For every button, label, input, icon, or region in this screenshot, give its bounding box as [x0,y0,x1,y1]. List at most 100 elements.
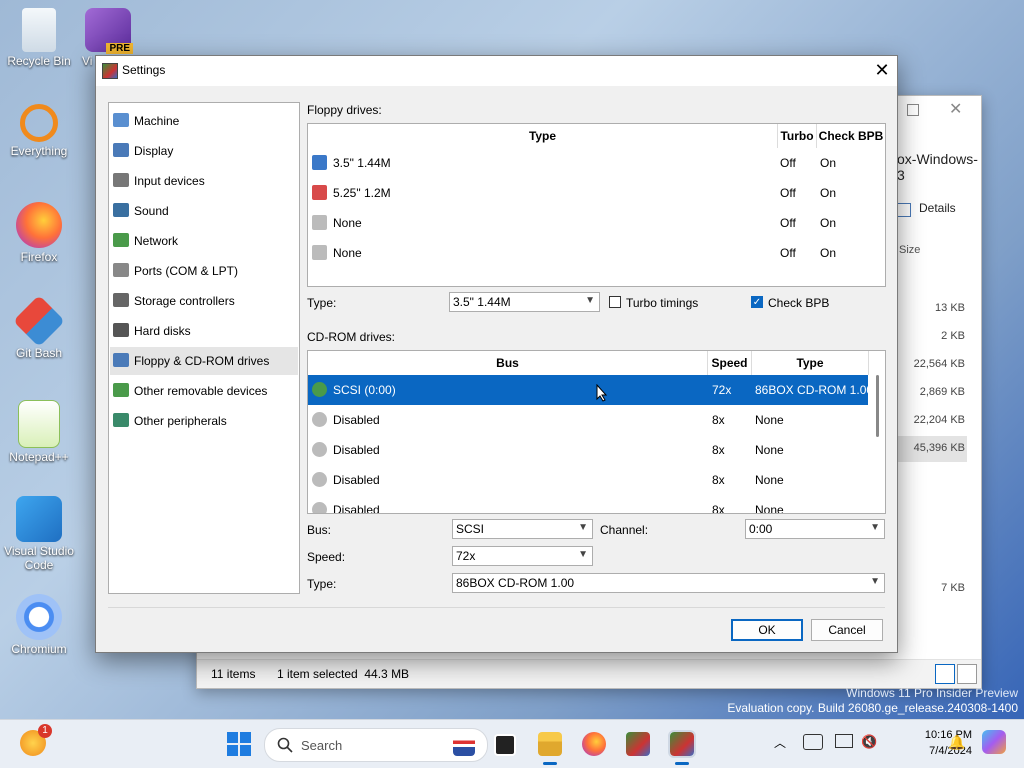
file-explorer-taskbar-icon[interactable] [538,732,562,756]
close-icon[interactable]: ✕ [949,99,962,119]
86box-manager-taskbar-icon[interactable] [626,732,650,756]
cdrom-list-scrollbar[interactable] [870,375,885,513]
desktop-icon-label: Notepad++ [9,450,69,464]
floppy-checkbpb-header[interactable]: Check BPB [817,124,885,148]
floppy-type-header[interactable]: Type [308,124,778,148]
channel-value: 0:00 [749,522,773,536]
file-size: 22,564 KB [913,358,965,370]
floppy-drive-row[interactable]: 3.5" 1.44M Off On [308,148,885,178]
copilot-pre-icon[interactable] [982,730,1006,754]
vscode-icon [16,496,62,542]
floppy-type-label: Type: [307,296,337,310]
sidebar-item-input-devices[interactable]: Input devices [110,167,298,195]
cdrom-type-select[interactable]: 86BOX CD-ROM 1.00 ▼ [452,573,885,593]
sidebar-item-label: Network [134,234,179,248]
desktop-icon-vscode[interactable]: Visual Studio Code [1,496,77,572]
cdrom-bus-header[interactable]: Bus [308,351,708,375]
sidebar-item-label: Sound [134,204,169,218]
check-bpb-label[interactable]: Check BPB [768,296,829,310]
floppy-drive-row[interactable]: None Off On [308,208,885,238]
chevron-down-icon: ▼ [578,522,588,533]
floppy-type-cell: None [333,246,362,260]
title-bar: Settings ✕ [96,56,897,86]
floppy-type-select[interactable]: 3.5" 1.44M ▼ [449,292,600,312]
floppy-checkbpb-cell: On [820,156,837,170]
floppy-turbo-header[interactable]: Turbo [778,124,817,148]
taskbar: 1 Search ︿ 🔇 10:16 PM 7/4/2024 🔔 [0,719,1024,768]
evaluation-watermark: Windows 11 Pro Insider Preview Evaluatio… [727,686,1018,716]
tiles-view-icon[interactable] [957,664,977,684]
turbo-timings-checkbox[interactable] [609,296,621,308]
desktop-icon-firefox[interactable]: Firefox [1,202,77,264]
item-count: 11 items [211,667,256,681]
sidebar-item-hard-disks[interactable]: Hard disks [110,317,298,345]
cdrom-drives-list[interactable]: Bus Speed Type SCSI (0:00) 72x 86BOX CD-RO… [307,350,886,514]
cdrom-active-icon [312,382,327,397]
sidebar-item-other-removable-devices[interactable]: Other removable devices [110,377,298,405]
floppy-disabled-icon [312,245,327,260]
firefox-taskbar-icon[interactable] [582,732,606,756]
cdrom-speed-header[interactable]: Speed [708,351,752,375]
size-column-header[interactable]: Size [899,244,920,256]
cdrom-bus-cell: Disabled [333,443,380,457]
desktop-icon-git-bash[interactable]: Git Bash [1,294,77,360]
desktop-icon-everything[interactable]: Everything [1,104,77,158]
chevron-up-icon[interactable]: ︿ [774,734,786,751]
cdrom-drive-row[interactable]: Disabled 8x None [308,405,868,435]
sidebar-item-floppy-cd-rom-drives[interactable]: Floppy & CD-ROM drives [110,347,298,375]
details-button[interactable]: Details [919,201,956,215]
floppy-drive-row[interactable]: 5.25" 1.2M Off On [308,178,885,208]
turbo-timings-label[interactable]: Turbo timings [626,296,698,310]
chromium-icon [16,594,62,640]
scrollbar-thumb[interactable] [876,375,879,437]
cdrom-disabled-icon [312,412,327,427]
sidebar-item-other-peripherals[interactable]: Other peripherals [110,407,298,435]
cdrom-drive-row[interactable]: Disabled 8x None [308,495,868,514]
86box-settings-taskbar-icon[interactable] [668,730,696,758]
floppy-type-cell: None [333,216,362,230]
desktop-icon-chromium[interactable]: Chromium [1,594,77,656]
sidebar-item-ports-com-lpt[interactable]: Ports (COM & LPT) [110,257,298,285]
86box-icon [102,63,118,79]
cdrom-drive-row[interactable]: Disabled 8x None [308,435,868,465]
search-box[interactable]: Search [264,728,488,762]
sidebar-item-sound[interactable]: Sound [110,197,298,225]
close-icon[interactable]: ✕ [867,56,897,86]
file-size: 2 KB [941,330,965,342]
cdrom-drive-row[interactable]: Disabled 8x None [308,465,868,495]
cancel-button[interactable]: Cancel [811,619,883,641]
widgets-weather-icon[interactable]: 1 [20,724,52,756]
volume-muted-icon[interactable]: 🔇 [861,734,877,750]
desktop-icon-label: Chromium [11,642,67,656]
cdrom-type-label: Type: [307,577,337,591]
cdrom-drive-row[interactable]: SCSI (0:00) 72x 86BOX CD-ROM 1.00 [308,375,873,405]
sidebar-item-label: Input devices [134,174,205,188]
ok-button[interactable]: OK [731,619,803,641]
notifications-bell-icon[interactable]: 🔔 [948,734,965,751]
settings-category-list[interactable]: Machine Display Input devices Sound Network P… [108,102,300,594]
sidebar-item-display[interactable]: Display [110,137,298,165]
speed-select[interactable]: 72x ▼ [452,546,593,566]
task-view-icon[interactable] [494,734,516,756]
floppy-checkbpb-cell: On [820,186,837,200]
cdrom-type-header[interactable]: Type [752,351,869,375]
network-disconnected-icon[interactable] [803,734,823,750]
bus-select[interactable]: SCSI ▼ [452,519,593,539]
sidebar-item-label: Other peripherals [134,414,227,428]
maximize-icon[interactable] [907,104,919,116]
desktop-icon-recycle-bin[interactable]: Recycle Bin [1,8,77,68]
cdrom-speed-cell: 8x [712,503,725,514]
sidebar-item-machine[interactable]: Machine [110,107,298,135]
sidebar-item-storage-controllers[interactable]: Storage controllers [110,287,298,315]
display-icon[interactable] [835,734,853,748]
details-view-icon[interactable] [935,664,955,684]
channel-select[interactable]: 0:00 ▼ [745,519,885,539]
sidebar-item-network[interactable]: Network [110,227,298,255]
selection-info: 1 item selected 44.3 MB [277,667,410,681]
floppy-drives-list[interactable]: Type Turbo Check BPB 3.5" 1.44M Off On 5.25… [307,123,886,287]
start-icon[interactable] [227,732,251,756]
desktop-icon-notepadpp[interactable]: Notepad++ [1,400,77,464]
desktop-icon-label: Firefox [20,250,58,264]
check-bpb-checkbox[interactable]: ✓ [751,296,763,308]
floppy-drive-row[interactable]: None Off On [308,238,885,268]
